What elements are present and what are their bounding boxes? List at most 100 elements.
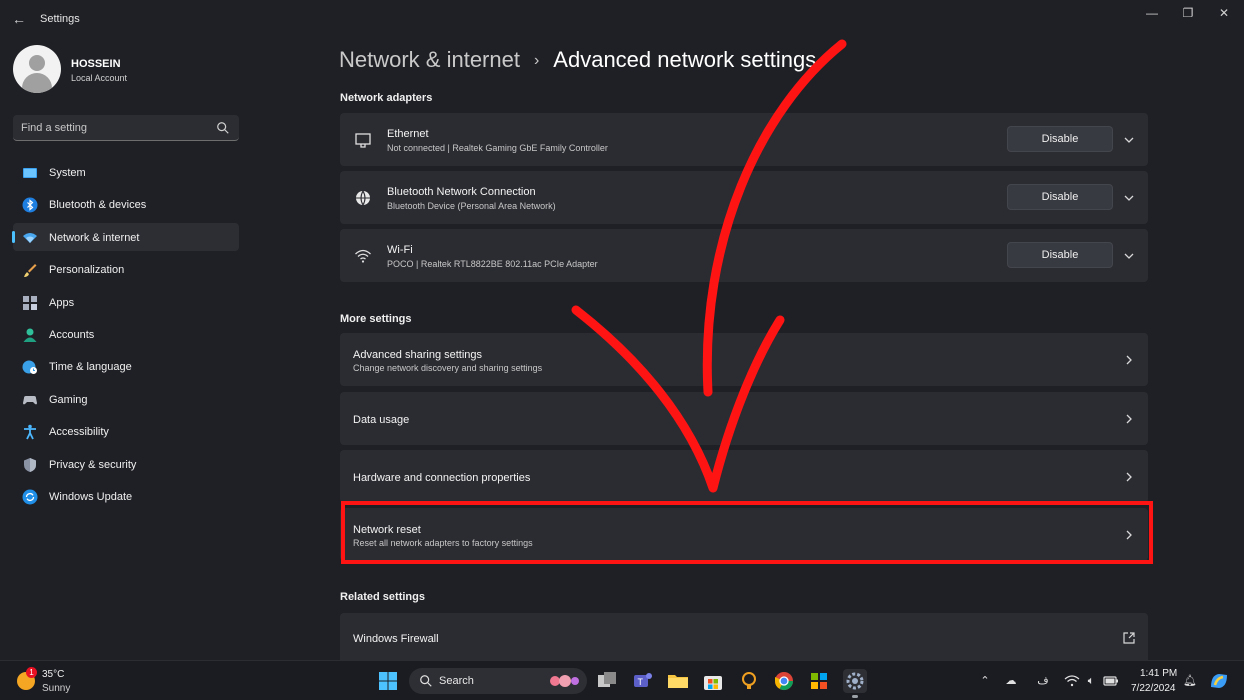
notification-bell-icon[interactable]: 🔔︎ bbox=[1182, 673, 1198, 689]
weather-condition[interactable]: Sunny bbox=[42, 683, 70, 694]
chevron-right-icon[interactable] bbox=[1122, 353, 1136, 367]
chevron-down-icon[interactable] bbox=[1122, 133, 1136, 147]
monitor-icon bbox=[23, 168, 37, 178]
accessibility-icon bbox=[24, 424, 36, 440]
sidebar-item-privacy[interactable]: Privacy & security bbox=[13, 450, 239, 478]
chevron-right-icon[interactable] bbox=[1122, 470, 1136, 484]
network-adapters-heading: Network adapters bbox=[340, 92, 433, 104]
clock-time[interactable]: 1:41 PM bbox=[1140, 668, 1177, 679]
windows-firewall[interactable]: Windows Firewall bbox=[340, 613, 1148, 660]
adapter-description: Bluetooth Device (Personal Area Network) bbox=[387, 201, 556, 211]
setting-name: Windows Firewall bbox=[353, 633, 439, 645]
adapter-bluetooth[interactable]: Bluetooth Network Connection Bluetooth D… bbox=[340, 171, 1148, 224]
setting-name: Data usage bbox=[353, 414, 410, 426]
setting-description: Reset all network adapters to factory se… bbox=[353, 538, 533, 548]
chevron-right-icon[interactable] bbox=[1122, 412, 1136, 426]
sidebar-item-apps[interactable]: Apps bbox=[13, 288, 239, 316]
ethernet-icon bbox=[355, 133, 371, 148]
search-input[interactable] bbox=[21, 119, 211, 137]
taskbar-search[interactable]: Search bbox=[409, 668, 587, 694]
avatar[interactable] bbox=[13, 45, 61, 93]
breadcrumb: Network & internet › Advanced network sett… bbox=[339, 47, 816, 73]
svg-text:T: T bbox=[638, 677, 644, 687]
wifi-icon[interactable] bbox=[1064, 673, 1080, 689]
apps-icon bbox=[23, 295, 37, 310]
chrome-icon[interactable] bbox=[772, 669, 796, 693]
adapter-wifi[interactable]: Wi-Fi POCO | Realtek RTL8822BE 802.11ac … bbox=[340, 229, 1148, 282]
copilot-icon[interactable] bbox=[1207, 669, 1231, 693]
globe-clock-icon bbox=[22, 360, 37, 375]
maximize-button[interactable]: ❐ bbox=[1170, 4, 1206, 22]
advanced-sharing-settings[interactable]: Advanced sharing settings Change network… bbox=[340, 333, 1148, 386]
globe-icon bbox=[356, 190, 370, 207]
related-settings-heading: Related settings bbox=[340, 591, 425, 603]
title-bar: ← Settings — ❐ ✕ bbox=[0, 0, 1244, 38]
taskbar: 1 35°C Sunny Search T ⌃ ☁ ف 🔈︎ 1:41 PM 7… bbox=[0, 660, 1244, 700]
weather-badge: 1 bbox=[26, 667, 37, 678]
network-reset[interactable]: Network reset Reset all network adapters… bbox=[340, 508, 1148, 561]
active-indicator bbox=[852, 695, 858, 698]
language-icon[interactable]: ف bbox=[1035, 673, 1051, 689]
hardware-connection-properties[interactable]: Hardware and connection properties bbox=[340, 450, 1148, 503]
sidebar-item-label: Accessibility bbox=[49, 426, 109, 439]
external-link-icon[interactable] bbox=[1122, 631, 1136, 645]
adapter-name: Wi-Fi bbox=[387, 244, 413, 256]
search-icon[interactable] bbox=[216, 121, 230, 135]
setting-name: Advanced sharing settings bbox=[353, 349, 483, 361]
disable-wifi-button[interactable]: Disable bbox=[1007, 242, 1113, 268]
sidebar-item-windows-update[interactable]: Windows Update bbox=[13, 482, 239, 510]
adapter-name: Bluetooth Network Connection bbox=[387, 186, 536, 198]
sidebar-item-bluetooth[interactable]: Bluetooth & devices bbox=[13, 190, 239, 218]
person-icon bbox=[23, 328, 37, 342]
data-usage[interactable]: Data usage bbox=[340, 392, 1148, 445]
sidebar-item-time-language[interactable]: Time & language bbox=[13, 352, 239, 380]
update-icon bbox=[22, 489, 38, 505]
sidebar-item-personalization[interactable]: Personalization bbox=[13, 255, 239, 283]
wifi-icon bbox=[23, 232, 37, 243]
sidebar-item-label: System bbox=[49, 167, 86, 179]
sidebar-nav: System Bluetooth & devices Network & int… bbox=[12, 158, 239, 514]
volume-icon[interactable]: 🔈︎ bbox=[1083, 673, 1099, 689]
weather-temperature[interactable]: 35°C bbox=[42, 669, 64, 680]
back-button[interactable]: ← bbox=[10, 10, 28, 28]
microsoft-store-icon[interactable] bbox=[701, 669, 725, 693]
sidebar-item-accessibility[interactable]: Accessibility bbox=[13, 417, 239, 445]
sidebar-item-system[interactable]: System bbox=[13, 158, 239, 186]
account-type: Local Account bbox=[71, 73, 128, 83]
sidebar-item-network[interactable]: Network & internet bbox=[12, 222, 239, 251]
sidebar-item-gaming[interactable]: Gaming bbox=[13, 385, 239, 413]
clock-date[interactable]: 7/22/2024 bbox=[1131, 683, 1176, 694]
disable-ethernet-button[interactable]: Disable bbox=[1007, 126, 1113, 152]
close-button[interactable]: ✕ bbox=[1206, 4, 1242, 22]
chevron-up-icon[interactable]: ⌃ bbox=[977, 673, 993, 689]
windows-start-icon[interactable] bbox=[376, 669, 400, 693]
chevron-right-icon[interactable] bbox=[1122, 528, 1136, 542]
adapter-ethernet[interactable]: Ethernet Not connected | Realtek Gaming … bbox=[340, 113, 1148, 166]
bulb-app-icon[interactable] bbox=[737, 669, 761, 693]
app-installer-icon[interactable] bbox=[807, 669, 831, 693]
sidebar-item-label: Network & internet bbox=[49, 231, 140, 244]
gamepad-icon bbox=[23, 395, 37, 405]
sidebar-item-label: Windows Update bbox=[49, 490, 133, 503]
adapter-name: Ethernet bbox=[387, 128, 429, 140]
sidebar-item-label: Gaming bbox=[49, 393, 88, 406]
breadcrumb-parent[interactable]: Network & internet bbox=[339, 47, 520, 72]
task-view-icon[interactable] bbox=[595, 669, 619, 693]
battery-icon[interactable] bbox=[1103, 673, 1119, 689]
file-explorer-icon[interactable] bbox=[666, 669, 690, 693]
settings-app-button[interactable] bbox=[843, 669, 867, 698]
sidebar-item-accounts[interactable]: Accounts bbox=[13, 320, 239, 348]
sidebar-item-label: Bluetooth & devices bbox=[49, 199, 147, 212]
teams-icon[interactable]: T bbox=[630, 669, 654, 693]
adapter-description: Not connected | Realtek Gaming GbE Famil… bbox=[387, 143, 608, 153]
adapter-description: POCO | Realtek RTL8822BE 802.11ac PCIe A… bbox=[387, 259, 598, 269]
chevron-down-icon[interactable] bbox=[1122, 191, 1136, 205]
disable-bluetooth-button[interactable]: Disable bbox=[1007, 184, 1113, 210]
app-title: Settings bbox=[40, 13, 80, 25]
minimize-button[interactable]: — bbox=[1134, 4, 1170, 22]
breadcrumb-separator: › bbox=[533, 52, 540, 69]
sidebar-item-label: Accounts bbox=[49, 328, 95, 341]
chevron-down-icon[interactable] bbox=[1122, 249, 1136, 263]
cloud-sync-icon[interactable]: ☁ bbox=[1003, 673, 1019, 689]
find-setting-search[interactable] bbox=[13, 115, 239, 141]
